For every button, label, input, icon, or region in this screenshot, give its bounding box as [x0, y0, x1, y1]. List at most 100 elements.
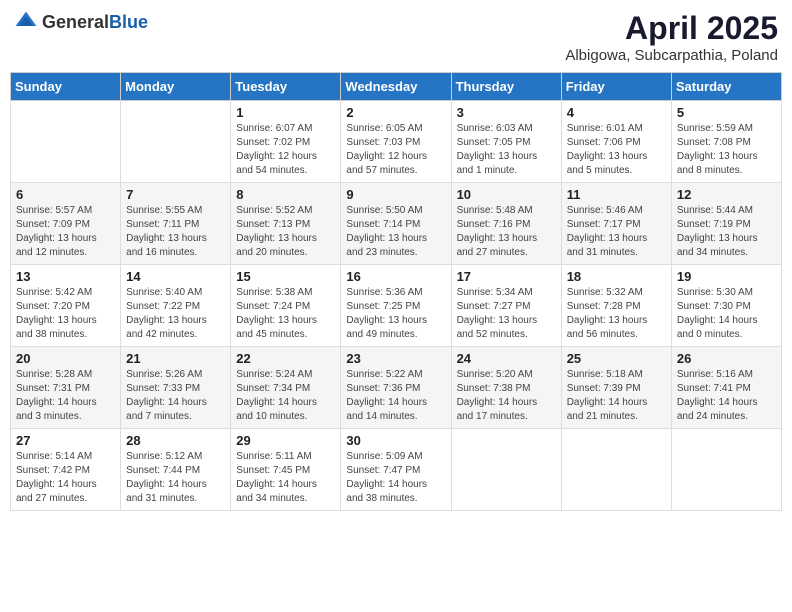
calendar-cell: 25 Sunrise: 5:18 AMSunset: 7:39 PMDayligh…: [561, 347, 671, 429]
calendar-table: SundayMondayTuesdayWednesdayThursdayFrid…: [10, 72, 782, 511]
calendar-cell: 24 Sunrise: 5:20 AMSunset: 7:38 PMDayligh…: [451, 347, 561, 429]
calendar-cell: [121, 101, 231, 183]
calendar-cell: 23Sunrise: 5:22 AMSunset: 7:36 PMDayligh…: [341, 347, 451, 429]
day-info: Sunrise: 6:01 AMSunset: 7:06 PMDaylight:…: [567, 122, 666, 178]
day-info: Sunrise: 5:48 AMSunset: 7:16 PMDaylight:…: [457, 204, 556, 260]
calendar-cell: 10 Sunrise: 5:48 AMSunset: 7:16 PMDayligh…: [451, 183, 561, 265]
day-number: 29: [236, 433, 335, 448]
day-info: Sunrise: 5:14 AMSunset: 7:42 PMDaylight:…: [16, 450, 115, 506]
day-info: Sunrise: 5:44 AMSunset: 7:19 PMDaylight:…: [677, 204, 776, 260]
calendar-cell: 17 Sunrise: 5:34 AMSunset: 7:27 PMDayligh…: [451, 265, 561, 347]
calendar-cell: 20 Sunrise: 5:28 AMSunset: 7:31 PMDayligh…: [11, 347, 121, 429]
subtitle: Albigowa, Subcarpathia, Poland: [565, 47, 778, 64]
calendar-cell: 5Sunrise: 5:59 AMSunset: 7:08 PMDaylight…: [671, 101, 781, 183]
day-info: Sunrise: 5:24 AMSunset: 7:34 PMDaylight:…: [236, 368, 335, 424]
calendar-cell: 7 Sunrise: 5:55 AMSunset: 7:11 PMDaylight…: [121, 183, 231, 265]
day-number: 19: [677, 269, 776, 284]
day-info: Sunrise: 5:28 AMSunset: 7:31 PMDaylight:…: [16, 368, 115, 424]
calendar-cell: 2 Sunrise: 6:05 AMSunset: 7:03 PMDaylight…: [341, 101, 451, 183]
calendar-cell: 12 Sunrise: 5:44 AMSunset: 7:19 PMDayligh…: [671, 183, 781, 265]
day-number: 25: [567, 351, 666, 366]
day-info: Sunrise: 5:26 AMSunset: 7:33 PMDaylight:…: [126, 368, 225, 424]
day-number: 14: [126, 269, 225, 284]
calendar-cell: 30Sunrise: 5:09 AMSunset: 7:47 PMDayligh…: [341, 429, 451, 511]
weekday-header-tuesday: Tuesday: [231, 73, 341, 101]
title-block: April 2025 Albigowa, Subcarpathia, Polan…: [565, 10, 778, 64]
day-number: 11: [567, 187, 666, 202]
day-number: 13: [16, 269, 115, 284]
day-info: Sunrise: 5:52 AMSunset: 7:13 PMDaylight:…: [236, 204, 335, 260]
day-info: Sunrise: 5:30 AMSunset: 7:30 PMDaylight:…: [677, 286, 776, 342]
logo: GeneralBlue: [14, 10, 148, 34]
page-header: GeneralBlue April 2025 Albigowa, Subcarp…: [10, 10, 782, 64]
calendar-cell: 8 Sunrise: 5:52 AMSunset: 7:13 PMDaylight…: [231, 183, 341, 265]
calendar-week-row: 6 Sunrise: 5:57 AMSunset: 7:09 PMDaylight…: [11, 183, 782, 265]
day-number: 23: [346, 351, 445, 366]
weekday-header-wednesday: Wednesday: [341, 73, 451, 101]
day-info: Sunrise: 5:36 AMSunset: 7:25 PMDaylight:…: [346, 286, 445, 342]
logo-text-blue: Blue: [109, 12, 148, 32]
calendar-cell: [11, 101, 121, 183]
calendar-cell: 16 Sunrise: 5:36 AMSunset: 7:25 PMDayligh…: [341, 265, 451, 347]
day-info: Sunrise: 5:34 AMSunset: 7:27 PMDaylight:…: [457, 286, 556, 342]
day-info: Sunrise: 6:03 AMSunset: 7:05 PMDaylight:…: [457, 122, 556, 178]
day-info: Sunrise: 5:32 AMSunset: 7:28 PMDaylight:…: [567, 286, 666, 342]
weekday-header-saturday: Saturday: [671, 73, 781, 101]
day-number: 27: [16, 433, 115, 448]
day-info: Sunrise: 5:57 AMSunset: 7:09 PMDaylight:…: [16, 204, 115, 260]
day-number: 17: [457, 269, 556, 284]
day-info: Sunrise: 5:38 AMSunset: 7:24 PMDaylight:…: [236, 286, 335, 342]
day-number: 7: [126, 187, 225, 202]
day-number: 12: [677, 187, 776, 202]
calendar-cell: 26Sunrise: 5:16 AMSunset: 7:41 PMDayligh…: [671, 347, 781, 429]
calendar-week-row: 13 Sunrise: 5:42 AMSunset: 7:20 PMDayligh…: [11, 265, 782, 347]
day-info: Sunrise: 5:09 AMSunset: 7:47 PMDaylight:…: [346, 450, 445, 506]
main-title: April 2025: [565, 10, 778, 47]
day-number: 3: [457, 105, 556, 120]
day-number: 18: [567, 269, 666, 284]
day-info: Sunrise: 6:07 AMSunset: 7:02 PMDaylight:…: [236, 122, 335, 178]
day-number: 4: [567, 105, 666, 120]
calendar-cell: 6 Sunrise: 5:57 AMSunset: 7:09 PMDaylight…: [11, 183, 121, 265]
logo-text-general: General: [42, 12, 109, 32]
day-info: Sunrise: 5:55 AMSunset: 7:11 PMDaylight:…: [126, 204, 225, 260]
day-info: Sunrise: 5:40 AMSunset: 7:22 PMDaylight:…: [126, 286, 225, 342]
day-info: Sunrise: 6:05 AMSunset: 7:03 PMDaylight:…: [346, 122, 445, 178]
day-number: 6: [16, 187, 115, 202]
calendar-cell: 9Sunrise: 5:50 AMSunset: 7:14 PMDaylight…: [341, 183, 451, 265]
calendar-cell: 18 Sunrise: 5:32 AMSunset: 7:28 PMDayligh…: [561, 265, 671, 347]
day-number: 16: [346, 269, 445, 284]
day-number: 10: [457, 187, 556, 202]
weekday-header-sunday: Sunday: [11, 73, 121, 101]
calendar-cell: 11 Sunrise: 5:46 AMSunset: 7:17 PMDayligh…: [561, 183, 671, 265]
day-info: Sunrise: 5:20 AMSunset: 7:38 PMDaylight:…: [457, 368, 556, 424]
calendar-week-row: 20 Sunrise: 5:28 AMSunset: 7:31 PMDayligh…: [11, 347, 782, 429]
day-number: 24: [457, 351, 556, 366]
day-number: 1: [236, 105, 335, 120]
day-number: 21: [126, 351, 225, 366]
calendar-cell: 29Sunrise: 5:11 AMSunset: 7:45 PMDayligh…: [231, 429, 341, 511]
calendar-cell: 21 Sunrise: 5:26 AMSunset: 7:33 PMDayligh…: [121, 347, 231, 429]
calendar-cell: [561, 429, 671, 511]
calendar-cell: [451, 429, 561, 511]
day-number: 15: [236, 269, 335, 284]
day-info: Sunrise: 5:18 AMSunset: 7:39 PMDaylight:…: [567, 368, 666, 424]
weekday-header-thursday: Thursday: [451, 73, 561, 101]
calendar-cell: 3 Sunrise: 6:03 AMSunset: 7:05 PMDaylight…: [451, 101, 561, 183]
calendar-cell: 27 Sunrise: 5:14 AMSunset: 7:42 PMDayligh…: [11, 429, 121, 511]
day-info: Sunrise: 5:12 AMSunset: 7:44 PMDaylight:…: [126, 450, 225, 506]
calendar-cell: 4 Sunrise: 6:01 AMSunset: 7:06 PMDaylight…: [561, 101, 671, 183]
day-number: 8: [236, 187, 335, 202]
day-number: 28: [126, 433, 225, 448]
calendar-cell: 19 Sunrise: 5:30 AMSunset: 7:30 PMDayligh…: [671, 265, 781, 347]
day-number: 2: [346, 105, 445, 120]
day-info: Sunrise: 5:42 AMSunset: 7:20 PMDaylight:…: [16, 286, 115, 342]
day-number: 20: [16, 351, 115, 366]
calendar-week-row: 1 Sunrise: 6:07 AMSunset: 7:02 PMDaylight…: [11, 101, 782, 183]
weekday-header-monday: Monday: [121, 73, 231, 101]
calendar-cell: [671, 429, 781, 511]
calendar-cell: 15 Sunrise: 5:38 AMSunset: 7:24 PMDayligh…: [231, 265, 341, 347]
day-info: Sunrise: 5:46 AMSunset: 7:17 PMDaylight:…: [567, 204, 666, 260]
calendar-cell: 22Sunrise: 5:24 AMSunset: 7:34 PMDayligh…: [231, 347, 341, 429]
day-number: 5: [677, 105, 776, 120]
